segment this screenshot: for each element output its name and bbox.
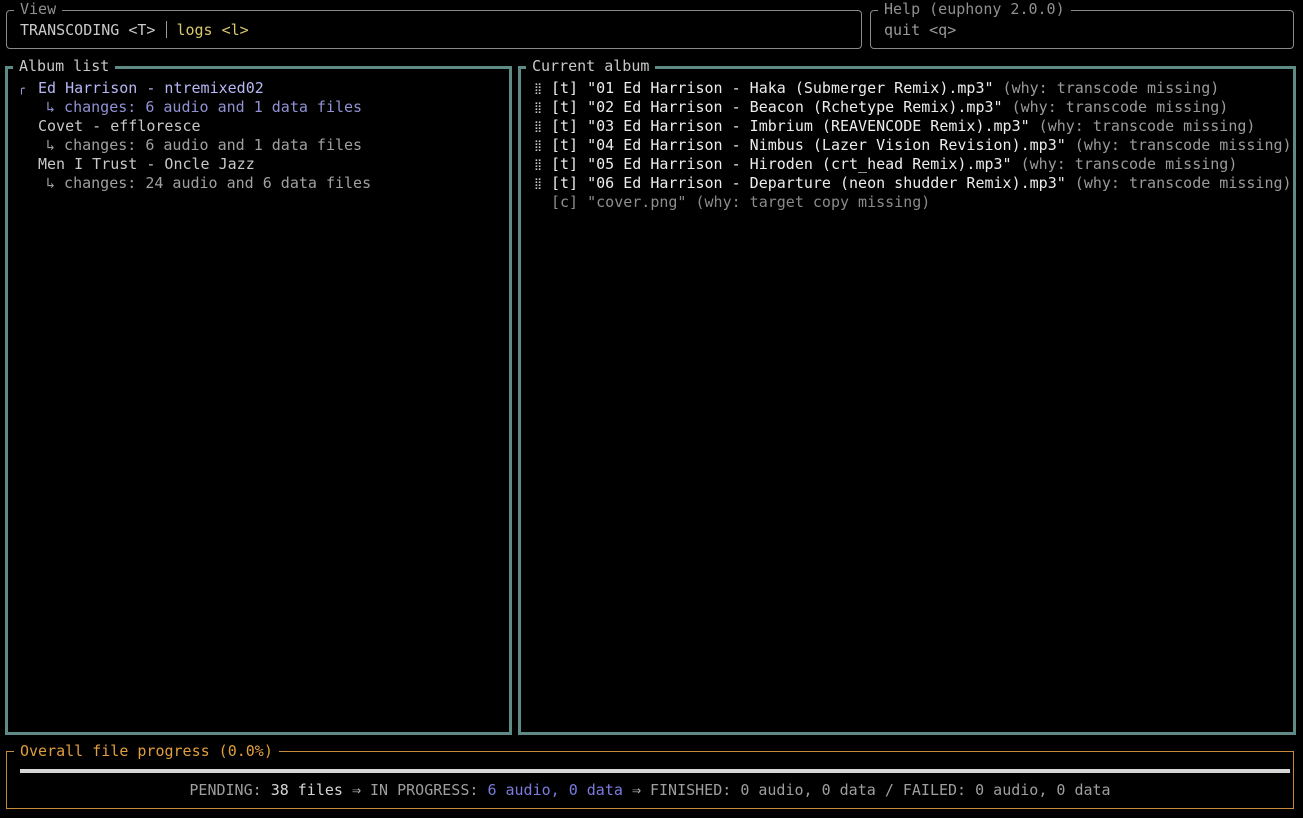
view-panel: View TRANSCODING <T> logs <l> (6, 0, 862, 49)
list-item[interactable]: Men I Trust - Oncle Jazz (18, 155, 505, 174)
arrow-icon: ⇒ (631, 781, 641, 799)
progress-bar (20, 769, 1290, 773)
file-row: ⣿ [t] "04 Ed Harrison - Nimbus (Lazer Vi… (534, 136, 1291, 155)
album-list-panel: Album list ╭ Ed Harrison - ntremixed02 ↳… (5, 57, 512, 735)
file-name: "06 Ed Harrison - Departure (neon shudde… (587, 174, 1066, 192)
album-changes: ↳ changes: 6 audio and 1 data files (46, 98, 363, 116)
file-row: ⣿ [t] "01 Ed Harrison - Haka (Submerger … (534, 79, 1291, 98)
file-name: "02 Ed Harrison - Beacon (Rchetype Remix… (587, 98, 1003, 116)
album-list-title: Album list (13, 57, 116, 76)
spinner-icon: ⣿ (534, 139, 543, 152)
help-panel: Help (euphony 2.0.0) quit <q> (870, 0, 1294, 49)
pending-label: PENDING: (189, 781, 262, 799)
list-item[interactable]: ╭ Ed Harrison - ntremixed02 (18, 79, 505, 98)
file-reason: (why: transcode missing) (1074, 174, 1291, 192)
spinner-icon: ⣿ (534, 177, 543, 190)
file-row: ⣿ [t] "03 Ed Harrison - Imbrium (REAVENC… (534, 117, 1291, 136)
arrow-icon: ⇒ (351, 781, 361, 799)
file-row: ⣿ [t] "02 Ed Harrison - Beacon (Rchetype… (534, 98, 1291, 117)
file-reason: (why: target copy missing) (695, 193, 931, 211)
file-reason: (why: transcode missing) (1074, 136, 1291, 154)
album-changes: ↳ changes: 6 audio and 1 data files (46, 136, 363, 154)
in-progress-data: 0 data (568, 781, 623, 799)
album-name: Ed Harrison - ntremixed02 (38, 79, 264, 97)
file-type: [t] (551, 98, 579, 116)
pending-value: 38 files (270, 781, 343, 799)
spinner-icon: ⣿ (534, 120, 543, 133)
file-type: [t] (551, 79, 579, 97)
progress-status: PENDING: 38 files ⇒ IN PROGRESS: 6 audio… (7, 781, 1293, 800)
file-type: [t] (551, 117, 579, 135)
album-changes: ↳ changes: 24 audio and 6 data files (46, 174, 372, 192)
finished-value: 0 audio, 0 data (740, 781, 876, 799)
file-name: "04 Ed Harrison - Nimbus (Lazer Vision R… (587, 136, 1066, 154)
tab-separator (166, 21, 168, 38)
file-list: ⣿ [t] "01 Ed Harrison - Haka (Submerger … (534, 79, 1291, 212)
album-name: Men I Trust - Oncle Jazz (38, 155, 255, 173)
view-tabs: TRANSCODING <T> logs <l> (20, 21, 249, 40)
album-list: ╭ Ed Harrison - ntremixed02 ↳ changes: 6… (18, 79, 505, 193)
view-panel-title: View (14, 0, 63, 19)
failed-label: / FAILED: (884, 781, 967, 799)
current-album-title: Current album (526, 57, 656, 76)
spinner-icon: ⣿ (534, 158, 543, 171)
current-album-panel: Current album ⣿ [t] "01 Ed Harrison - Ha… (518, 57, 1296, 735)
failed-value: 0 audio, 0 data (975, 781, 1111, 799)
album-name: Covet - effloresce (38, 117, 201, 135)
in-progress-audio: 6 audio, (487, 781, 560, 799)
file-name: "05 Ed Harrison - Hiroden (crt_head Remi… (587, 155, 1012, 173)
file-row: ⣿ [t] "05 Ed Harrison - Hiroden (crt_hea… (534, 155, 1291, 174)
help-panel-title: Help (euphony 2.0.0) (878, 0, 1071, 19)
file-reason: (why: transcode missing) (1020, 155, 1238, 173)
cursor-icon: ╭ (18, 82, 25, 95)
file-reason: (why: transcode missing) (1011, 98, 1229, 116)
help-quit-hint: quit <q> (884, 21, 957, 39)
progress-panel: Overall file progress (0.0%) PENDING: 38… (6, 742, 1294, 809)
spinner-icon: ⣿ (534, 101, 543, 114)
tab-logs[interactable]: logs <l> (176, 21, 248, 39)
in-progress-label: IN PROGRESS: (370, 781, 479, 799)
list-item[interactable]: Covet - effloresce (18, 117, 505, 136)
file-type: [c] (551, 193, 579, 211)
finished-label: FINISHED: (650, 781, 732, 799)
file-reason: (why: transcode missing) (1038, 117, 1256, 135)
file-row: ⣿ [t] "06 Ed Harrison - Departure (neon … (534, 174, 1291, 193)
file-type: [t] (551, 174, 579, 192)
tab-transcoding[interactable]: TRANSCODING <T> (20, 21, 155, 39)
file-name: "cover.png" (587, 193, 687, 211)
file-name: "01 Ed Harrison - Haka (Submerger Remix)… (587, 79, 994, 97)
progress-bar-fill (20, 769, 1290, 773)
file-type: [t] (551, 136, 579, 154)
spinner-icon: ⣿ (534, 82, 543, 95)
file-row: [c] "cover.png" (why: target copy missin… (534, 193, 1291, 212)
file-name: "03 Ed Harrison - Imbrium (REAVENCODE Re… (587, 117, 1030, 135)
file-reason: (why: transcode missing) (1002, 79, 1220, 97)
file-type: [t] (551, 155, 579, 173)
progress-title: Overall file progress (0.0%) (14, 742, 279, 761)
